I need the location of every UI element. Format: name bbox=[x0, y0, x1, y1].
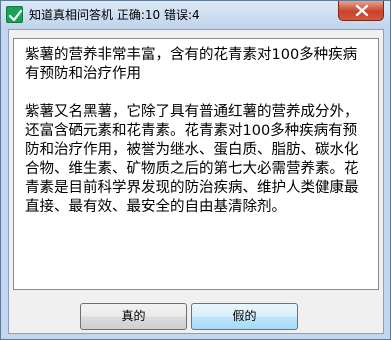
app-window: 知道真相问答机 正确:10 错误:4 紫薯的营养非常丰富，含有的花青素对100多… bbox=[0, 0, 391, 340]
window-title: 知道真相问答机 正确:10 错误:4 bbox=[29, 7, 200, 23]
question-text-area[interactable]: 紫薯的营养非常丰富，含有的花青素对100多种疾病有预防和治疗作用 紫薯又名黑薯，… bbox=[13, 38, 379, 290]
false-button[interactable]: 假的 bbox=[191, 303, 298, 330]
app-title: 知道真相问答机 bbox=[29, 8, 114, 22]
client-area: 紫薯的营养非常丰富，含有的花青素对100多种疾病有预防和治疗作用 紫薯又名黑薯，… bbox=[8, 29, 384, 334]
close-icon bbox=[355, 4, 369, 17]
close-button[interactable] bbox=[338, 1, 384, 21]
question-text: 紫薯的营养非常丰富，含有的花青素对100多种疾病有预防和治疗作用 bbox=[25, 47, 358, 82]
title-bar[interactable]: 知道真相问答机 正确:10 错误:4 bbox=[1, 1, 390, 29]
explanation-text: 紫薯又名黑薯，它除了具有普通红薯的营养成分外，还富含硒元素和花青素。花青素对10… bbox=[25, 104, 359, 215]
check-icon bbox=[6, 6, 23, 23]
score-text: 正确:10 错误:4 bbox=[116, 8, 200, 22]
true-button[interactable]: 真的 bbox=[80, 303, 187, 330]
